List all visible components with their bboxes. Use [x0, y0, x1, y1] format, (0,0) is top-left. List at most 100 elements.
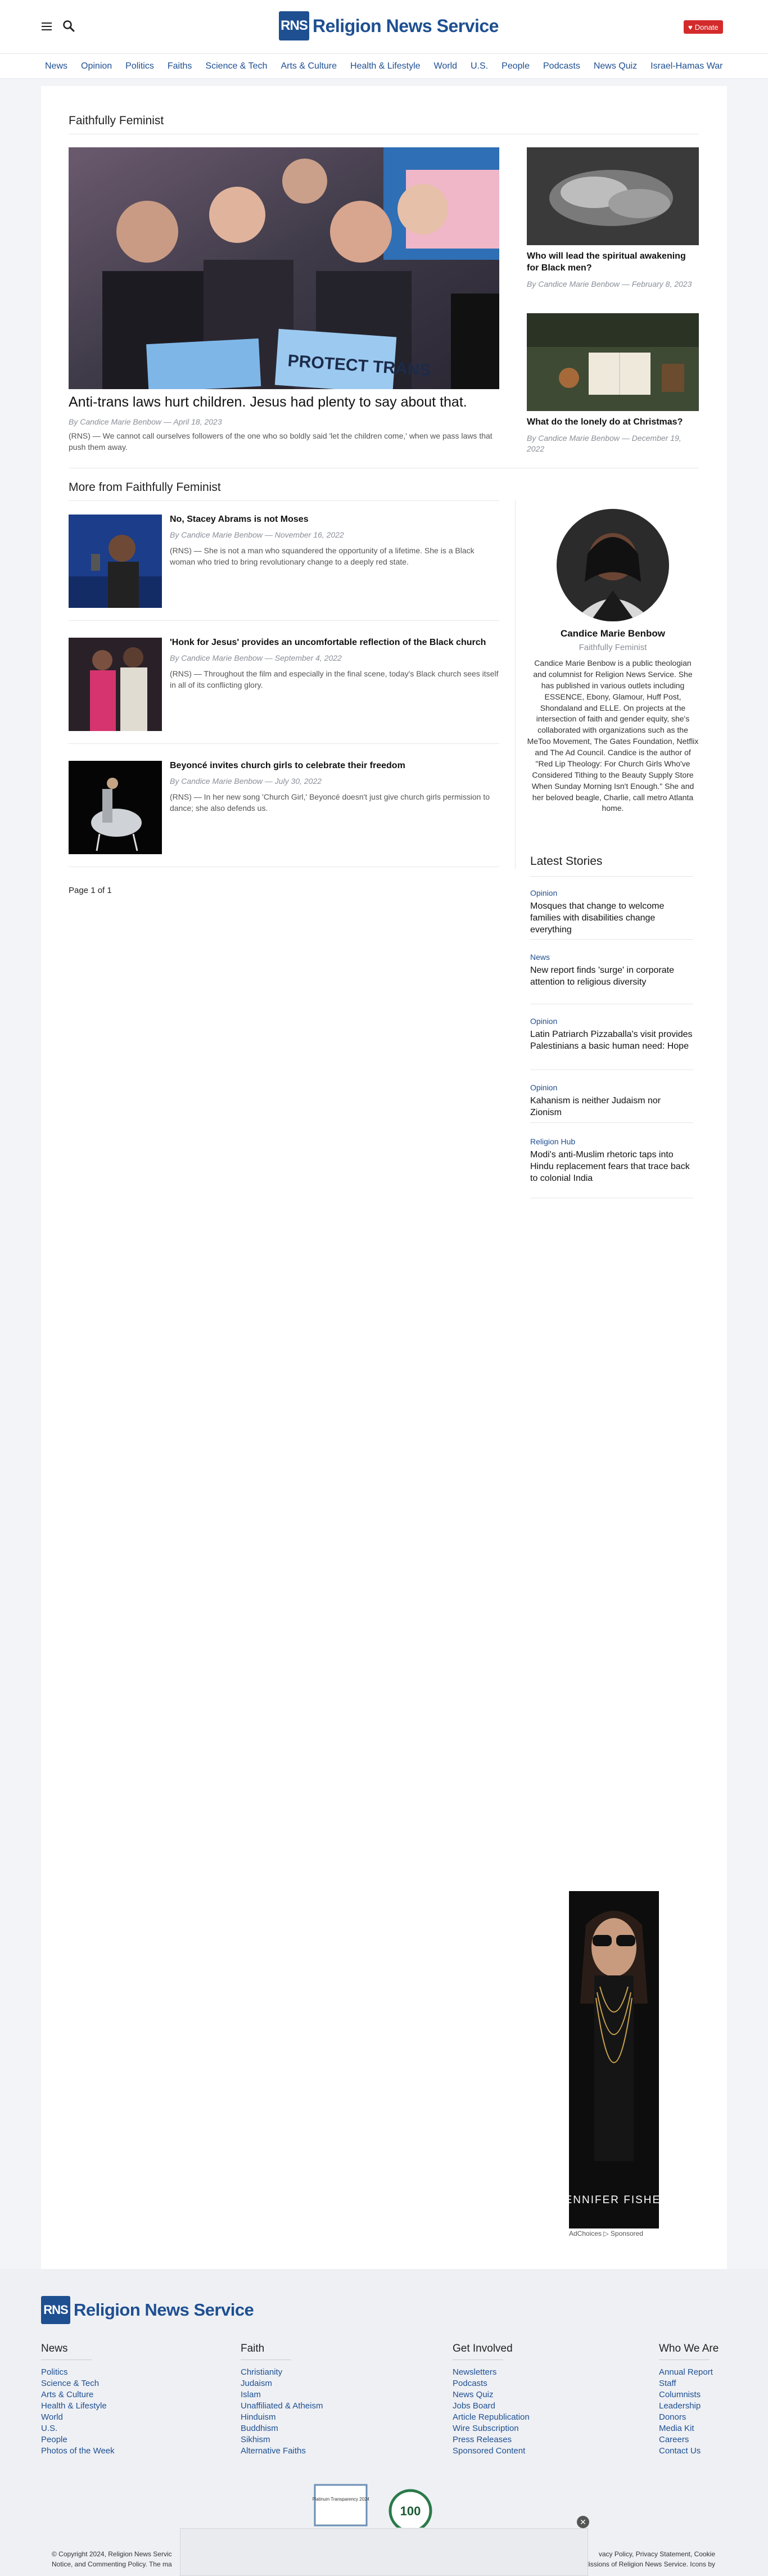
latest-story-headline[interactable]: Mosques that change to welcome families …: [530, 901, 693, 936]
footer-link[interactable]: Arts & Culture: [41, 2389, 115, 2401]
footer-link[interactable]: Photos of the Week: [41, 2446, 115, 2457]
charity-navigator-badge[interactable]: 100: [382, 2483, 439, 2528]
footer-link[interactable]: Buddhism: [241, 2423, 323, 2434]
divider: [69, 743, 499, 744]
side-story[interactable]: What do the lonely do at Christmas? By C…: [527, 313, 699, 455]
footer-link[interactable]: Staff: [659, 2378, 719, 2389]
footer-link[interactable]: Newsletters: [453, 2367, 530, 2378]
nav-politics[interactable]: Politics: [125, 61, 154, 71]
footer-link[interactable]: Columnists: [659, 2389, 719, 2401]
nav-arts-culture[interactable]: Arts & Culture: [281, 61, 337, 71]
nav-news[interactable]: News: [45, 61, 67, 71]
footer-link[interactable]: U.S.: [41, 2423, 115, 2434]
side-story-title[interactable]: What do the lonely do at Christmas?: [527, 417, 699, 428]
side-story-byline: By Candice Marie Benbow — February 8, 20…: [527, 279, 692, 288]
copyright-right[interactable]: vacy Policy, Privacy Statement, Cookie: [599, 2549, 715, 2559]
article-thumbnail[interactable]: [69, 761, 162, 854]
footer-logo[interactable]: RNS Religion News Service: [41, 2296, 254, 2324]
badge2-text: 100: [400, 2504, 421, 2518]
divider: [530, 939, 693, 940]
nav-world[interactable]: World: [434, 61, 458, 71]
footer-link[interactable]: People: [41, 2434, 115, 2446]
footer-link[interactable]: Christianity: [241, 2367, 323, 2378]
article-list-item: 'Honk for Jesus' provides an uncomfortab…: [69, 638, 499, 731]
latest-story-item[interactable]: Religion Hub Modi's anti-Muslim rhetoric…: [530, 1137, 693, 1184]
footer-link[interactable]: Wire Subscription: [453, 2423, 530, 2434]
footer-link[interactable]: News Quiz: [453, 2389, 530, 2401]
article-title[interactable]: 'Honk for Jesus' provides an uncomfortab…: [170, 638, 499, 648]
footer-link[interactable]: Hinduism: [241, 2412, 323, 2423]
latest-story-item[interactable]: Opinion Latin Patriarch Pizzaballa's vis…: [530, 1017, 693, 1053]
latest-story-item[interactable]: Opinion Mosques that change to welcome f…: [530, 888, 693, 936]
side-story-title[interactable]: Who will lead the spiritual awakening fo…: [527, 251, 699, 274]
footer-link[interactable]: Judaism: [241, 2378, 323, 2389]
latest-story-category[interactable]: Opinion: [530, 1017, 693, 1026]
close-icon[interactable]: ✕: [577, 2516, 589, 2528]
nav-health-lifestyle[interactable]: Health & Lifestyle: [350, 61, 421, 71]
avatar[interactable]: [557, 509, 669, 621]
footer-link[interactable]: Article Republication: [453, 2412, 530, 2423]
site-header: RNS Religion News Service ♥ Donate: [0, 0, 768, 53]
footer-link[interactable]: World: [41, 2412, 115, 2423]
story-thumbnail[interactable]: [527, 147, 699, 245]
footer-link[interactable]: Unaffiliated & Atheism: [241, 2401, 323, 2412]
latest-story-category[interactable]: News: [530, 953, 693, 962]
logo-mark: RNS: [279, 11, 309, 40]
footer-link[interactable]: Donors: [659, 2412, 719, 2423]
latest-story-category[interactable]: Opinion: [530, 1083, 693, 1092]
footer-link[interactable]: Health & Lifestyle: [41, 2401, 115, 2412]
ad-choices-label[interactable]: AdChoices ▷ Sponsored: [569, 2230, 643, 2237]
footer-link[interactable]: Media Kit: [659, 2423, 719, 2434]
author-name[interactable]: Candice Marie Benbow: [527, 628, 699, 639]
hero-headline[interactable]: Anti-trans laws hurt children. Jesus had…: [69, 394, 499, 411]
article-title[interactable]: No, Stacey Abrams is not Moses: [170, 515, 499, 525]
nav-faiths[interactable]: Faiths: [168, 61, 192, 71]
nav-science-tech[interactable]: Science & Tech: [205, 61, 267, 71]
nav-us[interactable]: U.S.: [471, 61, 488, 71]
footer-link[interactable]: Islam: [241, 2389, 323, 2401]
footer-link[interactable]: Politics: [41, 2367, 115, 2378]
footer-link[interactable]: Sikhism: [241, 2434, 323, 2446]
footer-link[interactable]: Annual Report: [659, 2367, 719, 2378]
sidebar-advertisement[interactable]: JENNIFER FISHER: [569, 1891, 659, 2228]
article-list-item: No, Stacey Abrams is not Moses By Candic…: [69, 515, 499, 608]
article-thumbnail[interactable]: [69, 515, 162, 608]
latest-story-headline[interactable]: New report finds 'surge' in corporate at…: [530, 965, 693, 989]
footer-link[interactable]: Podcasts: [453, 2378, 530, 2389]
nav-news-quiz[interactable]: News Quiz: [594, 61, 637, 71]
bottom-ad-banner[interactable]: [180, 2528, 588, 2576]
article-byline: By Candice Marie Benbow — September 4, 2…: [170, 653, 342, 662]
latest-story-headline[interactable]: Latin Patriarch Pizzaballa's visit provi…: [530, 1029, 693, 1053]
footer-column-title: Get Involved: [453, 2343, 513, 2354]
hero-image[interactable]: PROTECT TRANS: [69, 147, 499, 389]
nav-people[interactable]: People: [502, 61, 530, 71]
article-thumbnail[interactable]: [69, 638, 162, 731]
transparency-badge[interactable]: Platinum Transparency 2024: [313, 2483, 369, 2528]
footer-link[interactable]: Sponsored Content: [453, 2446, 530, 2457]
divider: [530, 876, 693, 877]
footer-link[interactable]: Jobs Board: [453, 2401, 530, 2412]
latest-story-headline[interactable]: Modi's anti-Muslim rhetoric taps into Hi…: [530, 1149, 693, 1184]
donate-button[interactable]: ♥ Donate: [684, 20, 723, 34]
footer-link[interactable]: Careers: [659, 2434, 719, 2446]
footer-link[interactable]: Alternative Faiths: [241, 2446, 323, 2457]
latest-story-headline[interactable]: Kahanism is neither Judaism nor Zionism: [530, 1095, 693, 1119]
footer-link[interactable]: Science & Tech: [41, 2378, 115, 2389]
footer-link[interactable]: Contact Us: [659, 2446, 719, 2457]
search-icon[interactable]: [62, 20, 75, 32]
side-story[interactable]: Who will lead the spiritual awakening fo…: [527, 147, 699, 290]
nav-opinion[interactable]: Opinion: [81, 61, 112, 71]
footer-link[interactable]: Leadership: [659, 2401, 719, 2412]
site-logo[interactable]: RNS Religion News Service: [279, 11, 499, 40]
footer-link[interactable]: Press Releases: [453, 2434, 530, 2446]
ad-brand-text: JENNIFER FISHER: [569, 2194, 659, 2206]
article-title[interactable]: Beyoncé invites church girls to celebrat…: [170, 761, 499, 771]
latest-story-item[interactable]: News New report finds 'surge' in corpora…: [530, 953, 693, 989]
nav-israel-hamas-war[interactable]: Israel-Hamas War: [650, 61, 722, 71]
latest-story-category[interactable]: Opinion: [530, 888, 693, 897]
nav-podcasts[interactable]: Podcasts: [543, 61, 580, 71]
hamburger-menu-icon[interactable]: [42, 22, 52, 30]
latest-story-item[interactable]: Opinion Kahanism is neither Judaism nor …: [530, 1083, 693, 1119]
latest-story-category[interactable]: Religion Hub: [530, 1137, 693, 1146]
story-thumbnail[interactable]: [527, 313, 699, 411]
